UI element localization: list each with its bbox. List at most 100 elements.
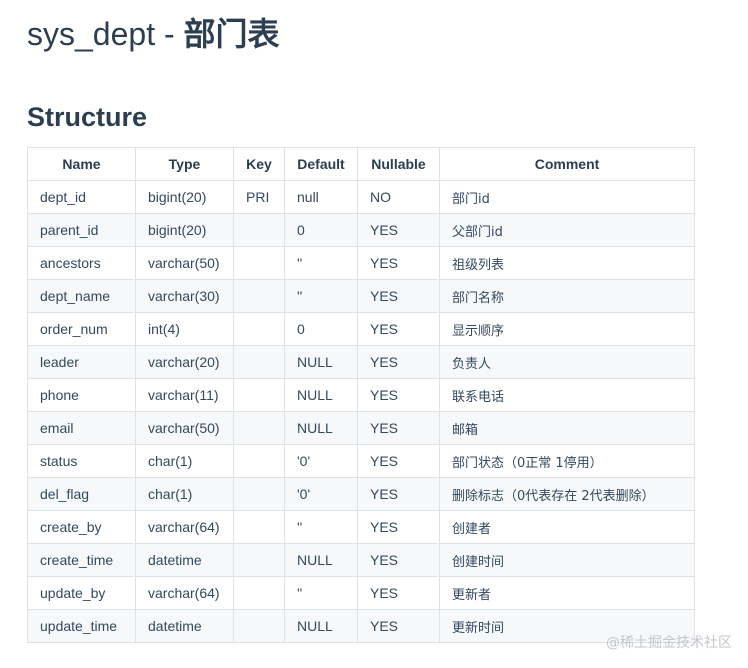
section-title-structure: Structure (27, 102, 148, 132)
cell-name: phone (27, 378, 136, 412)
cell-comment: 祖级列表 (439, 246, 695, 280)
header-comment: Comment (439, 147, 695, 181)
cell-type: varchar(50) (135, 411, 234, 445)
table-row: order_num int(4) 0 YES 显示顺序 (27, 312, 695, 346)
cell-key (233, 213, 285, 247)
cell-name: email (27, 411, 136, 445)
structure-table: Name Type Key Default Nullable Comment d… (27, 147, 695, 643)
cell-comment: 更新者 (439, 576, 695, 610)
cell-key (233, 378, 285, 412)
cell-nullable: YES (357, 609, 440, 643)
cell-key (233, 543, 285, 577)
cell-comment: 删除标志（0代表存在 2代表删除） (439, 477, 695, 511)
cell-nullable: YES (357, 345, 440, 379)
cell-type: datetime (135, 543, 234, 577)
table-row: status char(1) '0' YES 部门状态（0正常 1停用） (27, 444, 695, 478)
header-key: Key (233, 147, 285, 181)
cell-key: PRI (233, 180, 285, 214)
cell-name: del_flag (27, 477, 136, 511)
cell-default: '' (284, 246, 358, 280)
cell-name: update_by (27, 576, 136, 610)
cell-name: update_time (27, 609, 136, 643)
cell-default: 0 (284, 213, 358, 247)
table-row: create_by varchar(64) '' YES 创建者 (27, 510, 695, 544)
table-row: update_by varchar(64) '' YES 更新者 (27, 576, 695, 610)
cell-type: bigint(20) (135, 213, 234, 247)
cell-type: varchar(20) (135, 345, 234, 379)
cell-default: '0' (284, 444, 358, 478)
cell-default: NULL (284, 609, 358, 643)
table-row: dept_id bigint(20) PRI null NO 部门id (27, 180, 695, 214)
cell-key (233, 279, 285, 313)
cell-comment: 负责人 (439, 345, 695, 379)
cell-nullable: YES (357, 378, 440, 412)
cell-name: dept_name (27, 279, 136, 313)
cell-key (233, 246, 285, 280)
table-row: ancestors varchar(50) '' YES 祖级列表 (27, 246, 695, 280)
table-header-row: Name Type Key Default Nullable Comment (27, 147, 695, 181)
cell-comment: 创建者 (439, 510, 695, 544)
table-row: update_time datetime NULL YES 更新时间 (27, 609, 695, 643)
table-row: phone varchar(11) NULL YES 联系电话 (27, 378, 695, 412)
cell-name: order_num (27, 312, 136, 346)
cell-default: NULL (284, 378, 358, 412)
page-title-chinese: 部门表 (183, 16, 280, 52)
cell-type: varchar(11) (135, 378, 234, 412)
cell-type: int(4) (135, 312, 234, 346)
cell-type: varchar(50) (135, 246, 234, 280)
cell-type: varchar(64) (135, 576, 234, 610)
cell-name: create_by (27, 510, 136, 544)
cell-comment: 联系电话 (439, 378, 695, 412)
cell-default: NULL (284, 543, 358, 577)
table-row: dept_name varchar(30) '' YES 部门名称 (27, 279, 695, 313)
cell-nullable: YES (357, 312, 440, 346)
cell-key (233, 576, 285, 610)
cell-key (233, 312, 285, 346)
cell-type: varchar(30) (135, 279, 234, 313)
cell-nullable: YES (357, 246, 440, 280)
cell-key (233, 609, 285, 643)
page-title: sys_dept - 部门表 (27, 12, 280, 56)
cell-default: NULL (284, 411, 358, 445)
table-row: email varchar(50) NULL YES 邮箱 (27, 411, 695, 445)
cell-nullable: YES (357, 279, 440, 313)
cell-type: bigint(20) (135, 180, 234, 214)
cell-nullable: YES (357, 543, 440, 577)
cell-nullable: YES (357, 576, 440, 610)
cell-comment: 部门id (439, 180, 695, 214)
cell-name: ancestors (27, 246, 136, 280)
cell-name: status (27, 444, 136, 478)
cell-nullable: YES (357, 213, 440, 247)
header-type: Type (135, 147, 234, 181)
cell-default: '0' (284, 477, 358, 511)
cell-type: varchar(64) (135, 510, 234, 544)
cell-default: NULL (284, 345, 358, 379)
table-row: del_flag char(1) '0' YES 删除标志（0代表存在 2代表删除） (27, 477, 695, 511)
cell-default: 0 (284, 312, 358, 346)
cell-key (233, 345, 285, 379)
cell-type: datetime (135, 609, 234, 643)
cell-key (233, 444, 285, 478)
cell-nullable: YES (357, 444, 440, 478)
table-row: leader varchar(20) NULL YES 负责人 (27, 345, 695, 379)
cell-key (233, 411, 285, 445)
cell-comment: 创建时间 (439, 543, 695, 577)
cell-name: dept_id (27, 180, 136, 214)
cell-default: null (284, 180, 358, 214)
cell-nullable: YES (357, 477, 440, 511)
table-row: parent_id bigint(20) 0 YES 父部门id (27, 213, 695, 247)
page-title-text: sys_dept - (27, 16, 184, 52)
header-nullable: Nullable (357, 147, 440, 181)
header-default: Default (284, 147, 358, 181)
table-row: create_time datetime NULL YES 创建时间 (27, 543, 695, 577)
cell-nullable: NO (357, 180, 440, 214)
cell-comment: 部门状态（0正常 1停用） (439, 444, 695, 478)
table-body: dept_id bigint(20) PRI null NO 部门id parent_id b… (27, 180, 695, 643)
cell-type: char(1) (135, 477, 234, 511)
cell-nullable: YES (357, 411, 440, 445)
cell-comment: 邮箱 (439, 411, 695, 445)
cell-key (233, 510, 285, 544)
cell-name: leader (27, 345, 136, 379)
cell-name: create_time (27, 543, 136, 577)
cell-type: char(1) (135, 444, 234, 478)
